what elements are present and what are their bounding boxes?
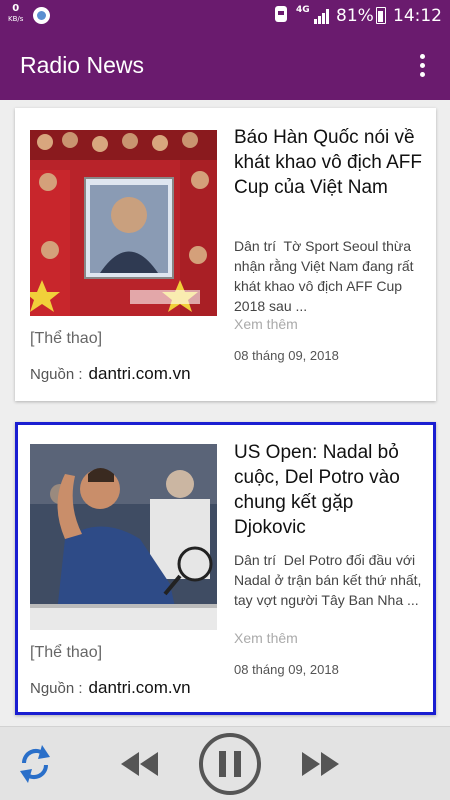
source-domain: dantri.com.vn (88, 364, 191, 383)
clock: 14:12 (393, 6, 442, 26)
player-controls (0, 726, 450, 800)
news-category: [Thể thao] (30, 330, 103, 347)
app-bar: Radio News (0, 32, 450, 100)
net-speed-unit: KB/s (8, 15, 24, 23)
source-label: Nguồn : (30, 366, 83, 383)
source-domain: dantri.com.vn (88, 678, 191, 697)
fast-forward-icon[interactable] (300, 749, 342, 779)
pause-icon[interactable] (198, 732, 262, 796)
news-date: 08 tháng 09, 2018 (234, 348, 339, 363)
news-description: Dân trí Tờ Sport Seoul thừa nhận rằng Vi… (234, 238, 418, 314)
news-source: Nguồn : dantri.com.vn (30, 364, 191, 384)
refresh-icon[interactable] (16, 741, 54, 787)
read-more-link[interactable]: Xem thêm (234, 630, 298, 646)
news-source: Nguồn : dantri.com.vn (30, 678, 191, 698)
app-title: Radio News (20, 52, 144, 78)
source-label: Nguồn : (30, 680, 83, 697)
news-card-selected[interactable]: US Open: Nadal bỏ cuộc, Del Potro vào ch… (15, 422, 436, 715)
news-title[interactable]: US Open: Nadal bỏ cuộc, Del Potro vào ch… (234, 440, 429, 540)
news-date: 08 tháng 09, 2018 (234, 662, 339, 677)
news-category: [Thể thao] (30, 644, 103, 661)
rewind-icon[interactable] (118, 749, 160, 779)
news-thumbnail[interactable] (30, 444, 217, 630)
news-feed[interactable]: Báo Hàn Quốc nói về khát khao vô địch AF… (0, 100, 450, 726)
news-description: Dân trí Del Potro đối đầu với Nadal ở tr… (234, 552, 426, 608)
android-notification-icon (275, 6, 287, 22)
news-thumbnail[interactable] (30, 130, 217, 316)
network-type: 4G (296, 5, 310, 15)
overflow-menu-icon[interactable] (412, 52, 432, 80)
news-card[interactable]: Báo Hàn Quốc nói về khát khao vô địch AF… (15, 108, 436, 401)
read-more-link[interactable]: Xem thêm (234, 316, 298, 332)
net-speed: 0 KB/s (8, 4, 23, 24)
news-title[interactable]: Báo Hàn Quốc nói về khát khao vô địch AF… (234, 125, 429, 200)
status-bar: 0 KB/s 4G 81% 14:12 (0, 0, 450, 32)
net-speed-value: 0 (12, 3, 20, 14)
vpn-globe-icon (33, 7, 50, 24)
battery-percent: 81% (336, 6, 374, 26)
battery-icon (376, 7, 386, 24)
signal-icon (314, 9, 329, 24)
